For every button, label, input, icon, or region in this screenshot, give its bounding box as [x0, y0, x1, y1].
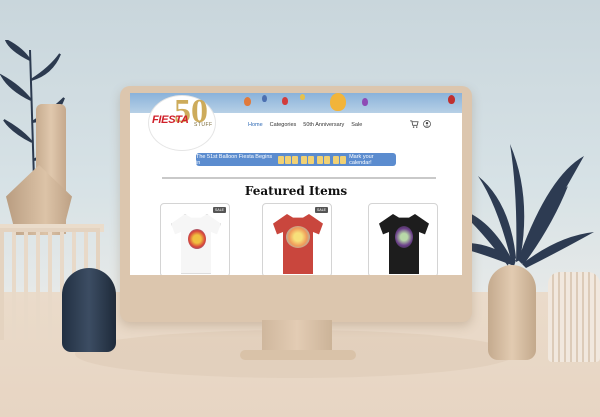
monitor-stand	[262, 320, 332, 354]
balloon	[244, 97, 251, 106]
nav-50th-anniversary[interactable]: 50th Anniversary	[303, 122, 344, 128]
tshirt-image	[379, 214, 429, 274]
tshirt-image	[273, 214, 323, 274]
dark-vase	[62, 268, 116, 352]
balloon	[448, 95, 455, 104]
balloon	[262, 95, 267, 102]
nav-home[interactable]: Home	[248, 122, 263, 128]
shirt-graphic	[286, 226, 310, 248]
countdown-digit	[285, 155, 292, 164]
balloon	[330, 93, 346, 111]
countdown-digit	[340, 155, 347, 164]
nav-sale[interactable]: Sale	[351, 122, 362, 128]
sale-badge: SALE	[213, 207, 226, 213]
sale-badge: SALE	[315, 207, 328, 213]
countdown-digit	[333, 155, 340, 164]
banner-cta-text: Mark your calendar!	[349, 153, 374, 166]
shirt-graphic	[395, 226, 413, 248]
countdown-digit	[308, 155, 315, 164]
countdown-digit	[324, 155, 331, 164]
countdown-timer	[278, 155, 347, 164]
countdown-digit	[278, 155, 285, 164]
countdown-digit	[301, 155, 308, 164]
woven-basket	[548, 272, 600, 362]
balloon	[362, 98, 368, 106]
product-card[interactable]	[368, 203, 438, 275]
product-card[interactable]: SALE	[262, 203, 332, 275]
balloon	[282, 97, 288, 105]
featured-items-title: Featured Items	[244, 184, 348, 198]
screen: 50 FIESTA STUFF Home Categories 50th Ann…	[130, 93, 462, 275]
monitor-base	[240, 350, 356, 360]
tshirt-image	[171, 214, 221, 274]
product-card[interactable]: SALE	[160, 203, 230, 275]
shirt-graphic	[188, 229, 206, 249]
logo-brand: FIESTA	[152, 114, 189, 126]
countdown-banner[interactable]: The 51st Balloon Fiesta Begins in Mark y…	[196, 153, 396, 166]
section-divider	[162, 177, 436, 179]
cart-icon[interactable]	[410, 120, 419, 128]
countdown-digit	[292, 155, 299, 164]
account-icon[interactable]	[423, 120, 431, 128]
main-nav: Home Categories 50th Anniversary Sale	[248, 122, 362, 128]
logo-sub: STUFF	[194, 122, 213, 128]
right-vase	[488, 265, 536, 360]
banner-text: The 51st Balloon Fiesta Begins in	[196, 153, 273, 166]
balloon	[300, 94, 305, 100]
countdown-digit	[317, 155, 324, 164]
nav-categories[interactable]: Categories	[270, 122, 297, 128]
